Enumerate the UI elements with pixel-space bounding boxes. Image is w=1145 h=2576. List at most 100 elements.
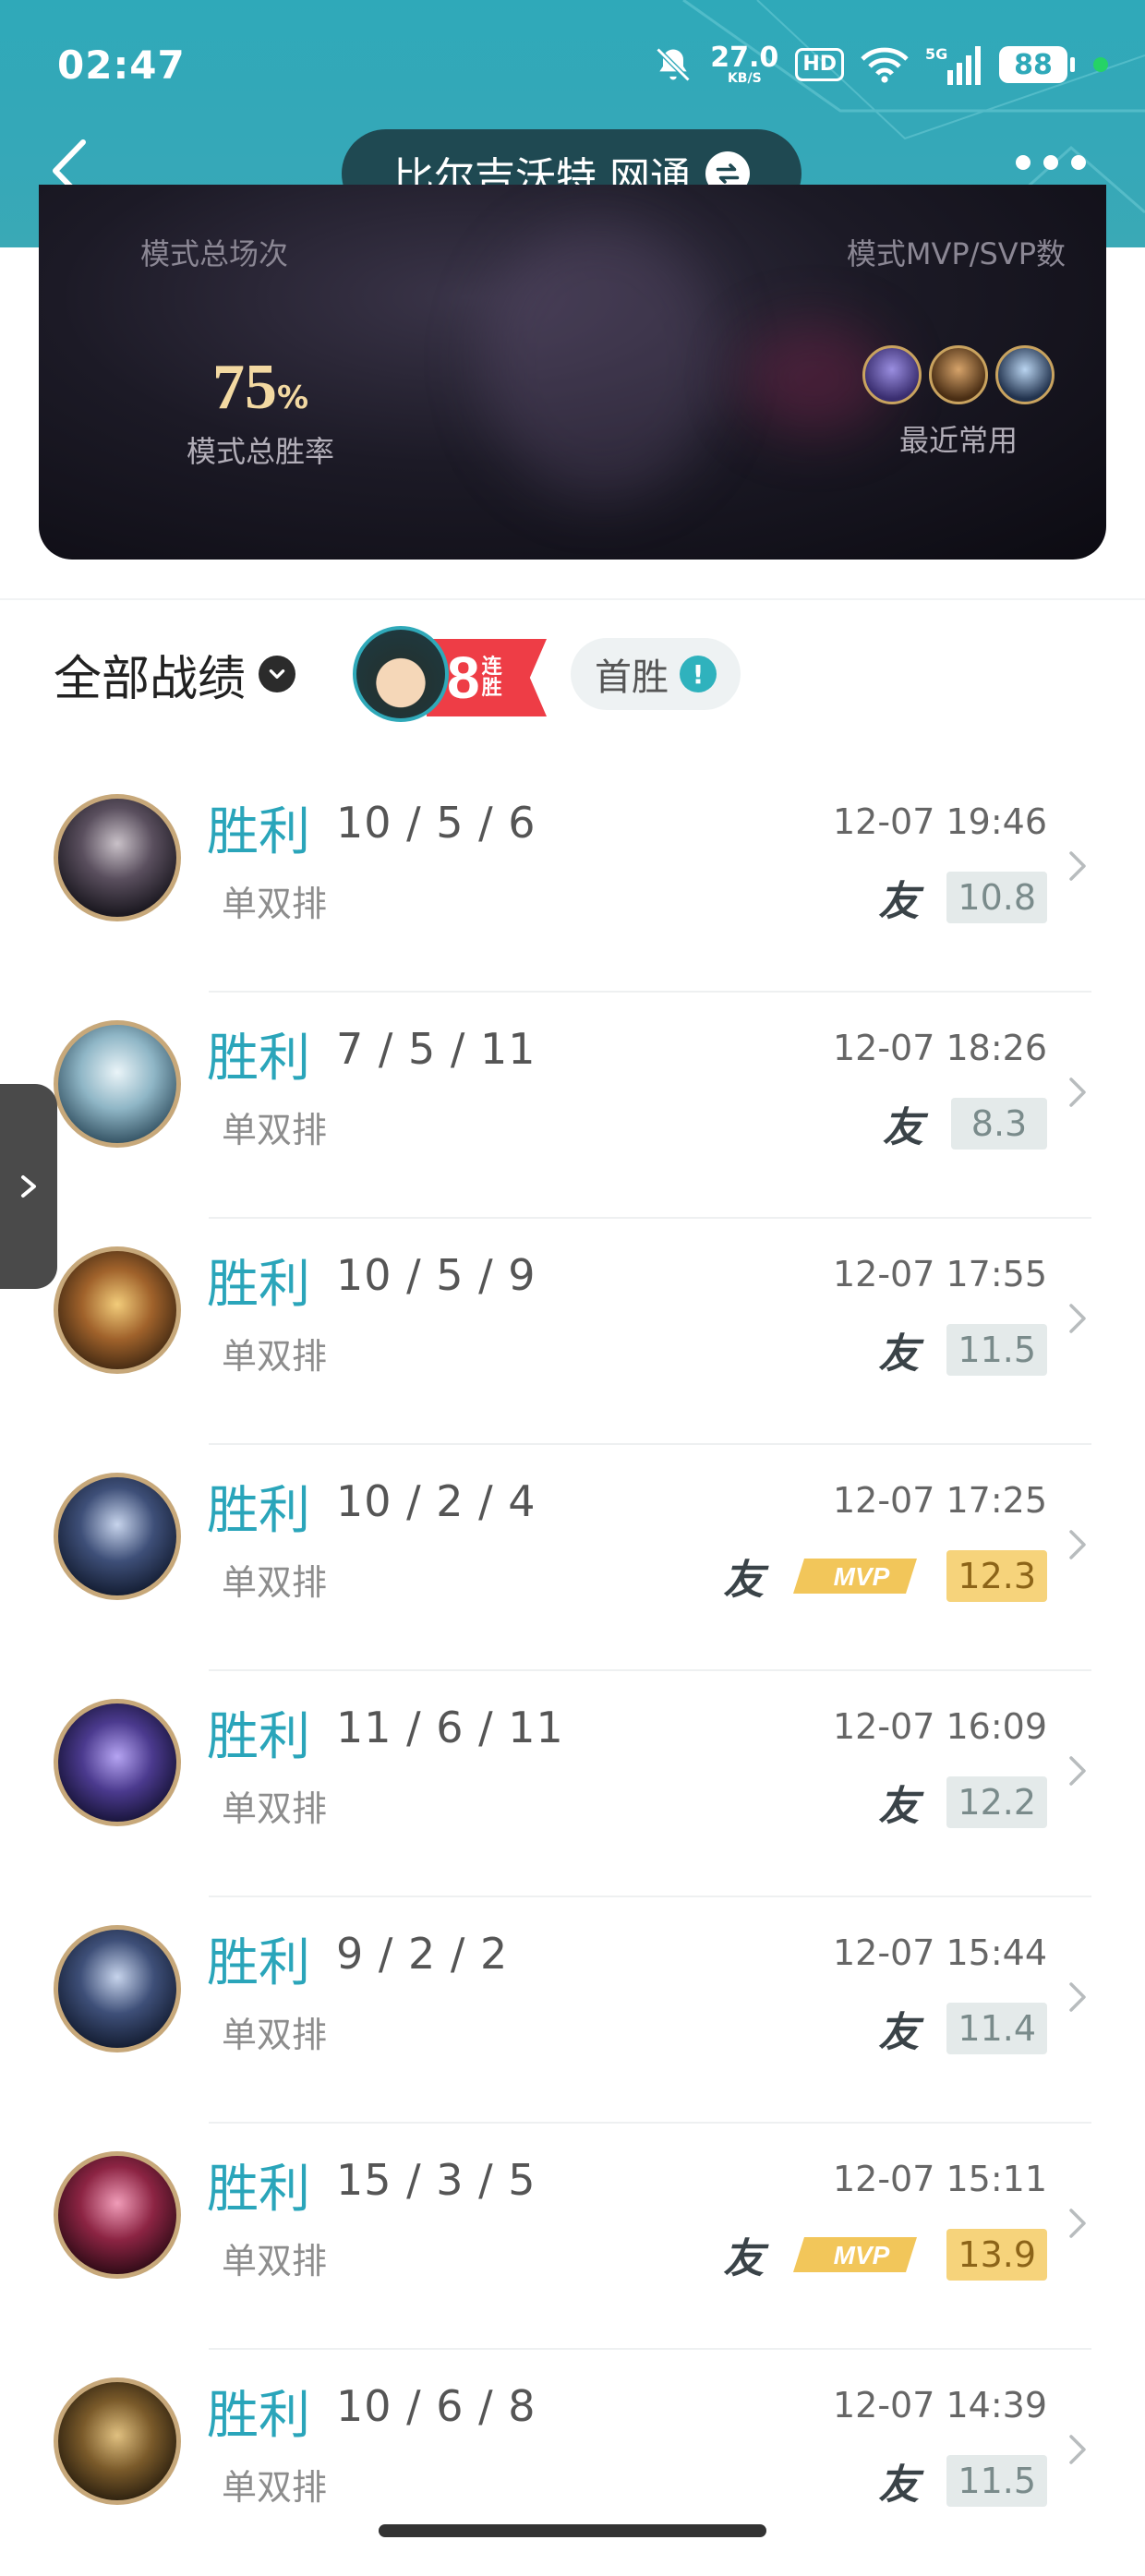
match-row-3[interactable]: 胜利 10 / 5 / 9 单双排 12-07 17:55 友 11.5 — [0, 1219, 1145, 1445]
win-rate-block: 75% 模式总胜率 — [168, 351, 353, 471]
chevron-right-icon — [21, 1175, 36, 1198]
more-dot-icon — [1043, 155, 1058, 170]
friend-badge: 友 — [878, 2462, 920, 2509]
all-records-label: 全部战绩 — [54, 651, 247, 707]
champion-avatar — [54, 2377, 181, 2505]
match-badges: 友 8.3 — [883, 1094, 1047, 1153]
friend-badge: 友 — [878, 1783, 920, 1830]
match-time: 12-07 16:09 — [832, 1706, 1047, 1747]
match-kda: 7 / 5 / 11 — [336, 1024, 536, 1074]
signal-icon: 5G — [925, 45, 981, 85]
match-time: 12-07 15:44 — [832, 1932, 1047, 1973]
win-rate-unit: % — [276, 379, 309, 416]
win-streak-number: 8 — [447, 644, 480, 711]
match-time: 12-07 17:25 — [832, 1480, 1047, 1521]
match-result: 胜利 — [207, 1255, 310, 1315]
mvp-count-label: 模式MVP/SVP数 — [846, 236, 1066, 271]
match-mode: 单双排 — [222, 2467, 328, 2508]
chevron-right-icon — [1069, 2209, 1086, 2238]
match-score: 12.2 — [946, 1776, 1047, 1828]
match-history-list: 胜利 10 / 5 / 6 单双排 12-07 19:46 友 10.8 胜利 … — [0, 766, 1145, 2576]
match-result: 胜利 — [207, 1933, 310, 1993]
win-streak-text: 连胜 — [481, 655, 502, 700]
match-score: 12.3 — [946, 1550, 1047, 1602]
all-records-dropdown[interactable]: 全部战绩 — [54, 640, 296, 709]
match-result: 胜利 — [207, 2386, 310, 2446]
first-win-button[interactable]: 首胜 ! — [571, 638, 741, 710]
champion-avatar — [54, 1246, 181, 1374]
match-mode: 单双排 — [222, 1788, 328, 1829]
match-kda: 10 / 6 / 8 — [336, 2381, 536, 2431]
match-time: 12-07 15:11 — [832, 2159, 1047, 2199]
match-badges: 友 11.4 — [878, 1999, 1047, 2058]
friend-badge: 友 — [878, 1330, 920, 1378]
champion-avatar — [54, 1020, 181, 1148]
win-rate-value: 75 — [211, 352, 277, 423]
mvp-label: MVP — [834, 1562, 890, 1591]
win-rate-label: 模式总胜率 — [186, 434, 334, 469]
match-score: 13.9 — [946, 2229, 1047, 2281]
match-row-8[interactable]: 胜利 10 / 6 / 8 单双排 12-07 14:39 友 11.5 — [0, 2350, 1145, 2576]
filter-row: 全部战绩 8 连胜 首胜 ! — [54, 626, 741, 722]
chevron-right-icon — [1069, 1982, 1086, 2012]
match-time: 12-07 19:46 — [832, 801, 1047, 842]
match-row-6[interactable]: 胜利 9 / 2 / 2 单双排 12-07 15:44 友 11.4 — [0, 1897, 1145, 2124]
side-drawer-tab[interactable] — [0, 1084, 57, 1289]
wifi-icon — [861, 47, 909, 83]
network-speed: 27.0 KB/S — [710, 42, 779, 86]
chevron-right-icon — [1069, 2435, 1086, 2464]
match-time: 12-07 14:39 — [832, 2385, 1047, 2426]
recent-champion-avatar — [995, 345, 1055, 404]
match-score: 8.3 — [951, 1098, 1047, 1150]
recent-label: 最近常用 — [898, 423, 1018, 458]
more-dot-icon — [1071, 155, 1086, 170]
recent-champion-avatar — [862, 345, 922, 404]
match-score: 11.5 — [946, 2455, 1047, 2507]
chevron-right-icon — [1069, 1756, 1086, 1786]
match-kda: 10 / 2 / 4 — [336, 1476, 536, 1526]
champion-avatar — [54, 2151, 181, 2279]
match-row-4[interactable]: 胜利 10 / 2 / 4 单双排 12-07 17:25 友 MVP 12.3 — [0, 1445, 1145, 1671]
match-badges: 友 MVP 13.9 — [723, 2225, 1047, 2284]
match-row-2[interactable]: 胜利 7 / 5 / 11 单双排 12-07 18:26 友 8.3 — [0, 993, 1145, 1219]
battery-indicator: 88 — [999, 46, 1075, 83]
match-kda: 10 / 5 / 9 — [336, 1250, 536, 1300]
match-row-5[interactable]: 胜利 11 / 6 / 11 单双排 12-07 16:09 友 12.2 — [0, 1671, 1145, 1897]
mvp-badge: MVP — [793, 1559, 918, 1594]
match-mode: 单双排 — [222, 1336, 328, 1377]
match-kda: 15 / 3 / 5 — [336, 2155, 536, 2205]
status-time: 02:47 — [57, 42, 186, 88]
privacy-indicator-dot — [1093, 57, 1108, 72]
champion-avatar — [54, 1925, 181, 2052]
chevron-down-icon — [259, 656, 296, 692]
network-speed-unit: KB/S — [727, 71, 762, 86]
match-result: 胜利 — [207, 1481, 310, 1541]
hd-badge: HD — [795, 48, 844, 81]
match-badges: 友 10.8 — [878, 868, 1047, 927]
match-mode: 单双排 — [222, 2241, 328, 2281]
champion-avatar — [54, 1699, 181, 1826]
first-win-label: 首胜 — [595, 656, 669, 699]
match-mode: 单双排 — [222, 2015, 328, 2055]
mvp-badge: MVP — [793, 2237, 918, 2272]
match-score: 11.5 — [946, 1324, 1047, 1376]
friend-badge: 友 — [878, 878, 920, 925]
match-row-7[interactable]: 胜利 15 / 3 / 5 单双排 12-07 15:11 友 MVP 13.9 — [0, 2124, 1145, 2350]
home-indicator[interactable] — [379, 2524, 766, 2537]
info-icon: ! — [680, 656, 717, 692]
match-badges: 友 11.5 — [878, 2451, 1047, 2510]
match-row-1[interactable]: 胜利 10 / 5 / 6 单双排 12-07 19:46 友 10.8 — [0, 766, 1145, 993]
total-matches-label: 模式总场次 — [140, 236, 289, 271]
section-divider — [0, 598, 1145, 600]
match-badges: 友 11.5 — [878, 1320, 1047, 1379]
match-mode: 单双排 — [222, 884, 328, 924]
match-badges: 友 12.2 — [878, 1773, 1047, 1832]
win-streak-badge[interactable]: 8 连胜 — [353, 626, 548, 722]
network-speed-value: 27.0 — [710, 42, 779, 74]
more-menu-button[interactable] — [1016, 155, 1086, 170]
match-mode: 单双排 — [222, 1110, 328, 1150]
match-result: 胜利 — [207, 2160, 310, 2220]
champion-avatar — [54, 794, 181, 921]
recent-champions[interactable]: 最近常用 — [862, 345, 1055, 460]
status-icons: 27.0 KB/S HD 5G 88 — [653, 37, 1108, 92]
